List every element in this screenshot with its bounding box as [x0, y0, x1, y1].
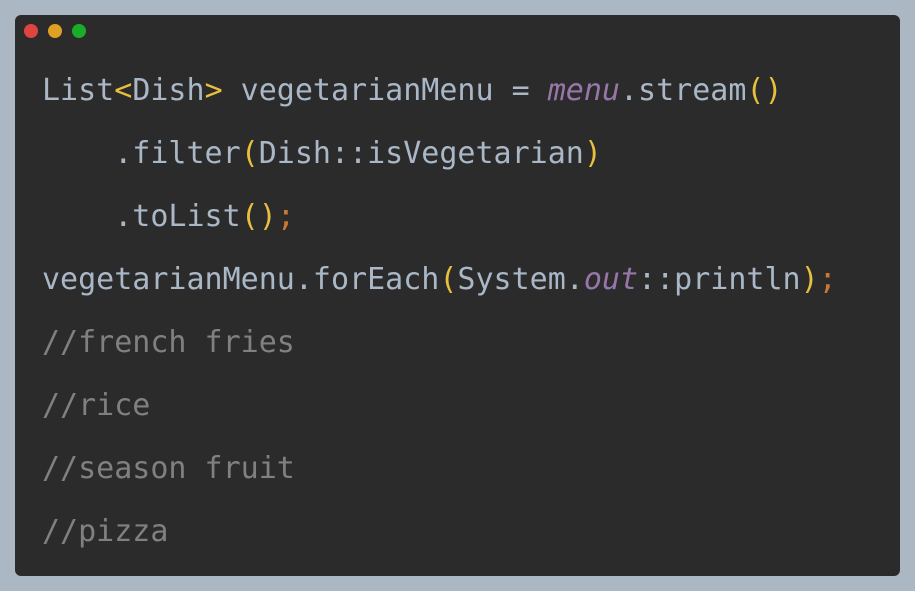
code-token: out: [583, 262, 639, 297]
code-token: Dish: [132, 73, 205, 108]
code-token: (: [240, 136, 259, 171]
code-line: List<Dish> vegetarianMenu = menu.stream(…: [42, 59, 837, 122]
code-token: >: [204, 73, 223, 108]
code-line: .toList();: [42, 185, 837, 248]
code-token: (: [439, 262, 458, 297]
code-token: (): [240, 199, 277, 234]
code-line: //season fruit: [42, 437, 837, 500]
code-block: List<Dish> vegetarianMenu = menu.stream(…: [42, 59, 837, 563]
code-token: ;: [276, 199, 295, 234]
zoom-button[interactable]: [72, 24, 86, 38]
code-line: vegetarianMenu.forEach(System.out::print…: [42, 248, 837, 311]
code-token: ): [800, 262, 819, 297]
code-line: //rice: [42, 374, 837, 437]
code-token: List: [42, 73, 115, 108]
code-line: .filter(Dish::isVegetarian): [42, 122, 837, 185]
code-token: menu: [547, 73, 620, 108]
code-token: vegetarianMenu.forEach: [42, 262, 440, 297]
code-token: .filter: [42, 136, 241, 171]
code-token: System.: [457, 262, 584, 297]
code-token: .toList: [42, 199, 241, 234]
code-line: //pizza: [42, 500, 837, 563]
window-controls: [24, 24, 86, 38]
code-token: ): [583, 136, 602, 171]
code-comment: //season fruit: [42, 451, 295, 486]
code-comment: //rice: [42, 388, 151, 423]
code-token: vegetarianMenu =: [222, 73, 548, 108]
code-window: List<Dish> vegetarianMenu = menu.stream(…: [15, 15, 900, 576]
code-token: ::println: [638, 262, 801, 297]
code-token: (): [746, 73, 783, 108]
code-line: //french fries: [42, 311, 837, 374]
code-token: ;: [818, 262, 837, 297]
close-button[interactable]: [24, 24, 38, 38]
minimize-button[interactable]: [48, 24, 62, 38]
code-token: Dish::isVegetarian: [258, 136, 584, 171]
code-token: .stream: [619, 73, 747, 108]
code-comment: //french fries: [42, 325, 295, 360]
code-comment: //pizza: [42, 514, 169, 549]
code-token: <: [114, 73, 133, 108]
